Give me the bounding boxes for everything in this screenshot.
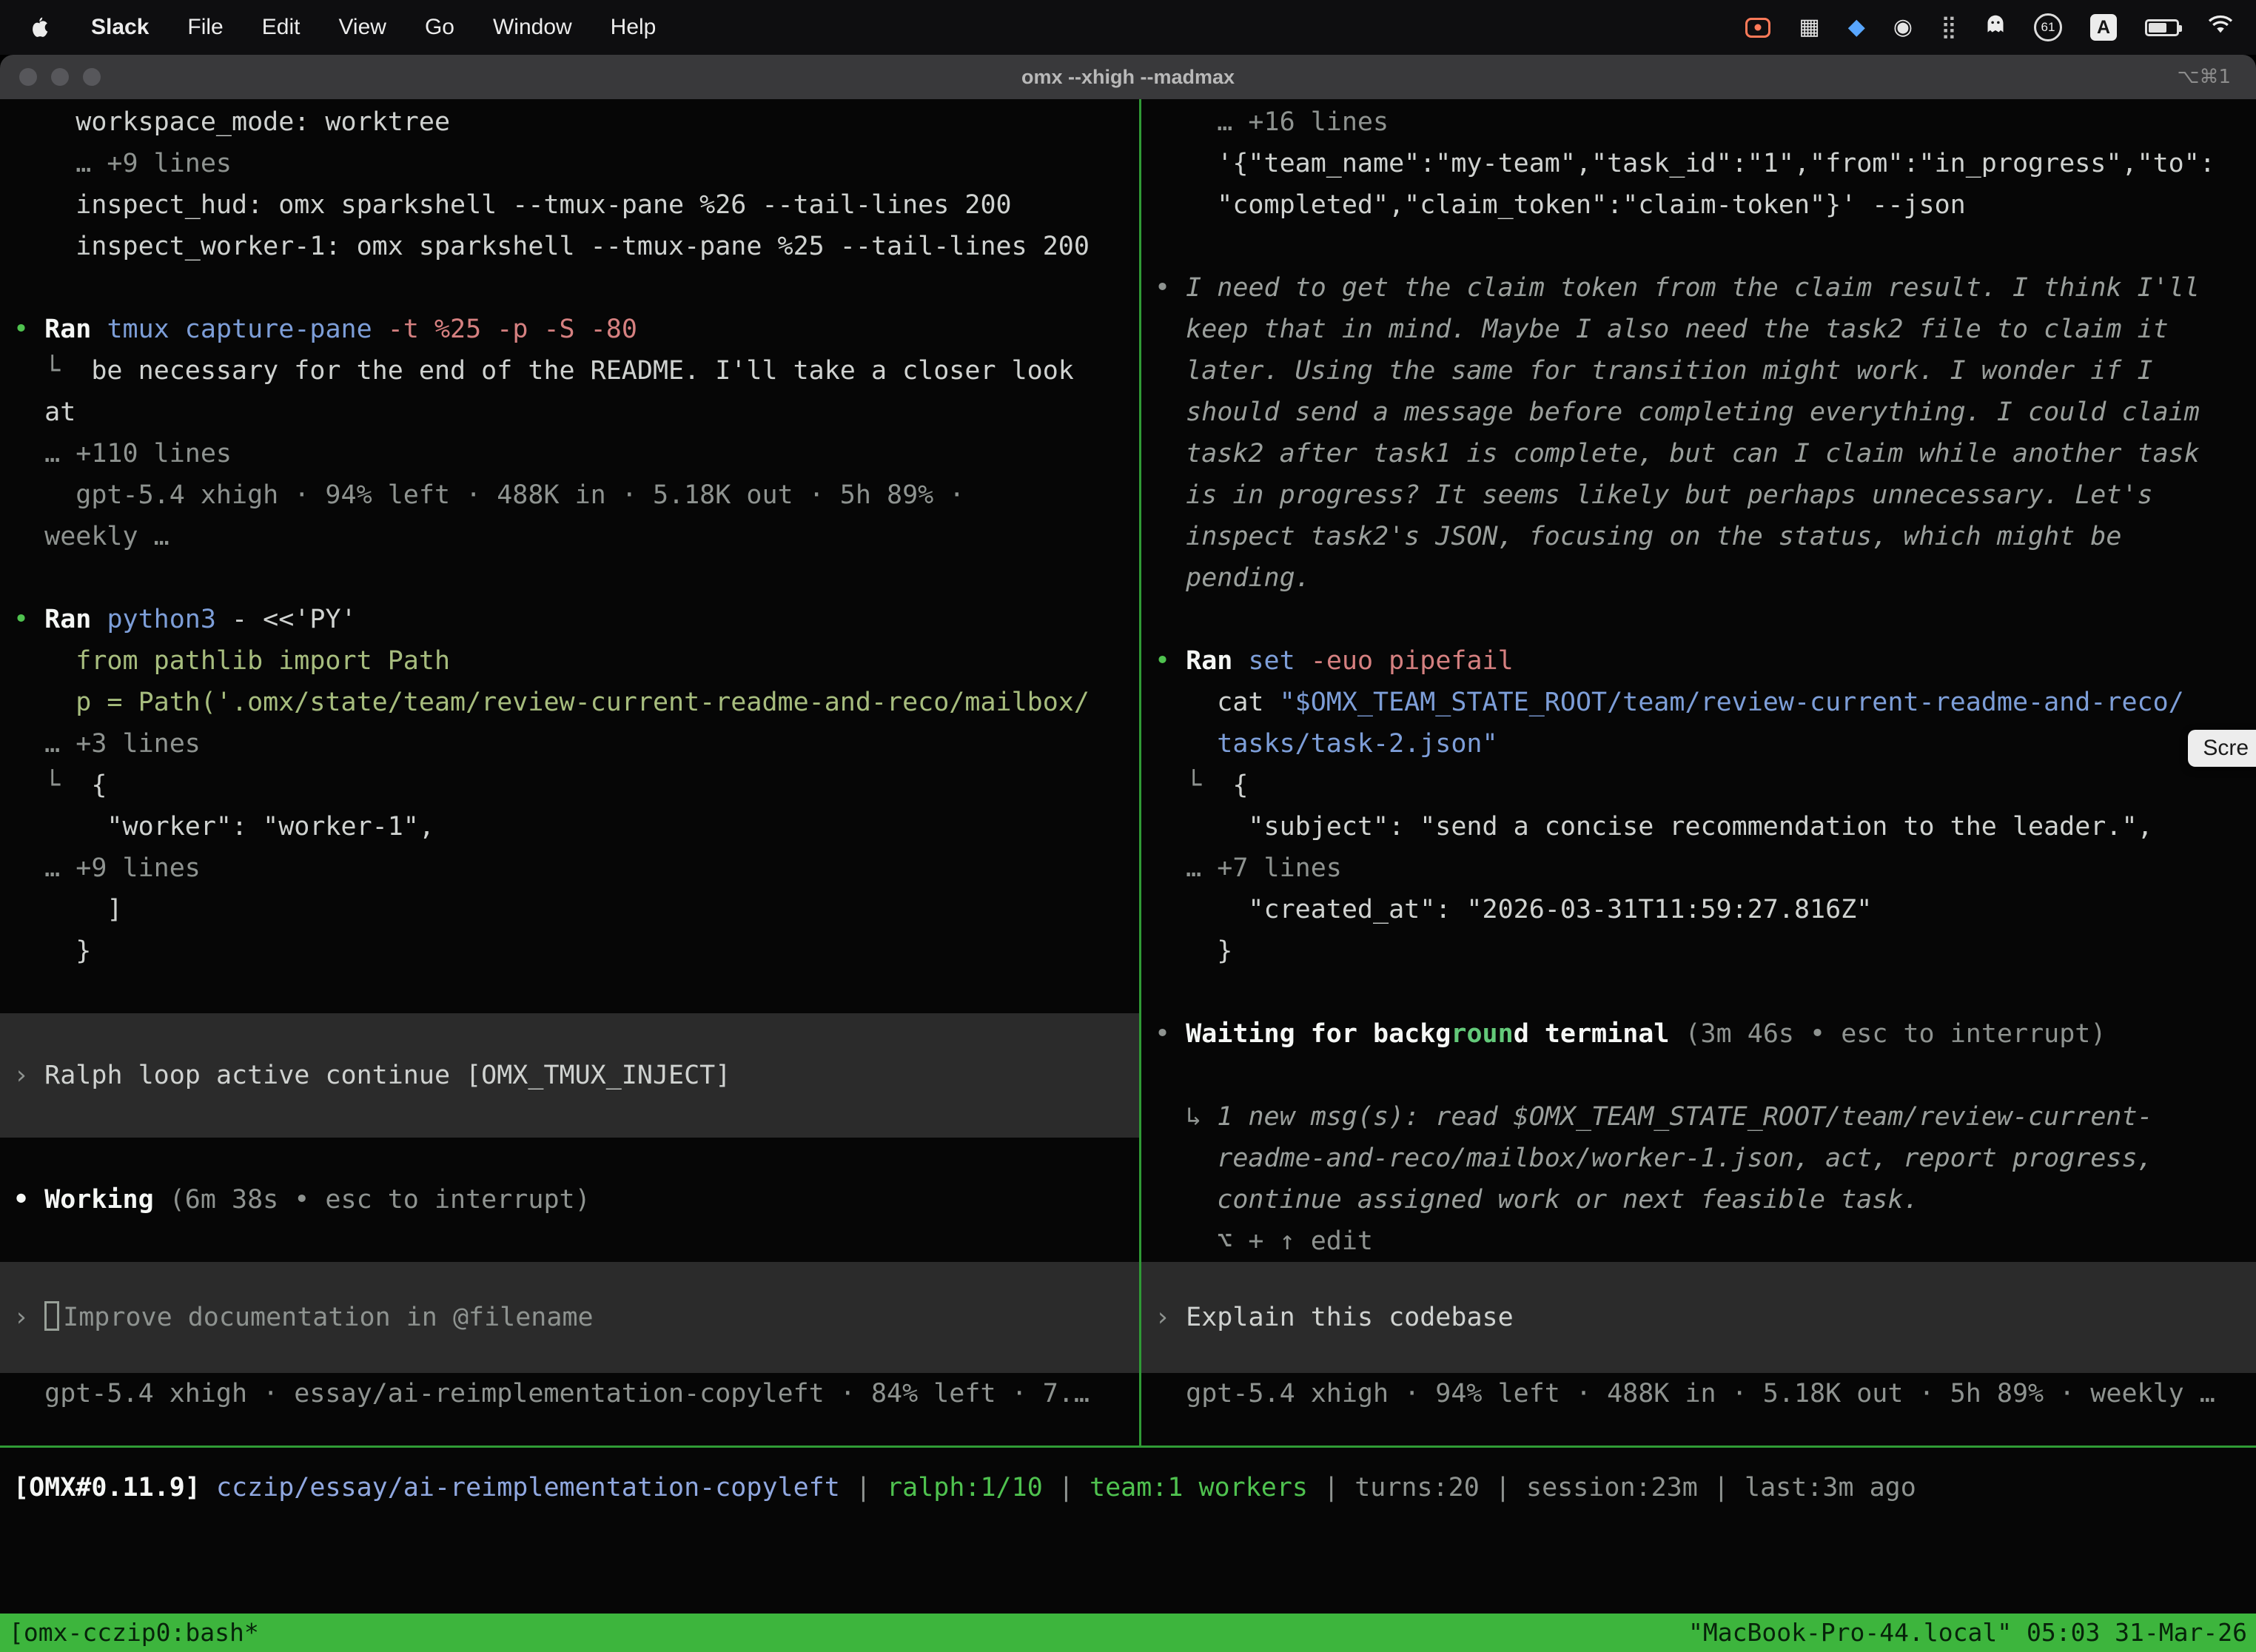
terminal-line: later. Using the same for transition mig… <box>1141 350 2256 392</box>
prompt-band[interactable]: › Explain this codebase <box>1141 1262 2256 1373</box>
menu-bar-status-icons: ▦ ◆ ◉ ⣿ 61 A <box>1745 13 2256 41</box>
menu-item-window[interactable]: Window <box>474 0 591 55</box>
blank-line <box>1141 599 2256 640</box>
terminal-line: ↳ 1 new msg(s): read $OMX_TEAM_STATE_ROO… <box>1141 1096 2256 1138</box>
terminal-line: … +9 lines <box>0 143 1139 184</box>
blank-line <box>1141 1055 2256 1096</box>
terminal-line: keep that in mind. Maybe I also need the… <box>1141 309 2256 350</box>
terminal-line: continue assigned work or next feasible … <box>1141 1179 2256 1220</box>
menu-dots-icon[interactable]: ⣿ <box>1941 16 1957 38</box>
terminal-line: pending. <box>1141 557 2256 599</box>
terminal-line: "completed","claim_token":"claim-token"}… <box>1141 184 2256 226</box>
terminal-line: gpt-5.4 xhigh · essay/ai-reimplementatio… <box>0 1373 1139 1414</box>
screen-recording-icon[interactable] <box>1745 18 1770 38</box>
terminal-pane-left[interactable]: workspace_mode: worktree … +9 lines insp… <box>0 99 1139 1446</box>
terminal-line: from pathlib import Path <box>0 640 1139 682</box>
terminal-pane-bottom: [OMX#0.11.9] cczip/essay/ai-reimplementa… <box>0 1448 2256 1614</box>
terminal-line: is in progress? It seems likely but perh… <box>1141 474 2256 516</box>
terminal-line: at <box>0 392 1139 433</box>
terminal-line: } <box>0 930 1139 972</box>
terminal-line: • Working (6m 38s • esc to interrupt) <box>0 1179 1139 1220</box>
ghost-icon[interactable] <box>1985 14 2006 41</box>
apple-menu-icon[interactable] <box>30 16 50 39</box>
tmux-pane-vertical-border[interactable] <box>1139 99 1141 1448</box>
terminal-pane-right[interactable]: … +16 lines '{"team_name":"my-team","tas… <box>1141 99 2256 1446</box>
terminal-line: readme-and-reco/mailbox/worker-1.json, a… <box>1141 1138 2256 1179</box>
terminal-line: └ { <box>1141 765 2256 806</box>
menu-bar: Slack File Edit View Go Window Help ▦ ◆ … <box>0 0 2256 55</box>
terminal-line: gpt-5.4 xhigh · 94% left · 488K in · 5.1… <box>0 474 1139 516</box>
terminal-line: ⌥ + ↑ edit <box>1141 1220 2256 1262</box>
tmux-status-bar: [omx-cczip0:bash* "MacBook-Pro-44.local"… <box>0 1614 2256 1652</box>
wifi-icon[interactable] <box>2207 14 2234 41</box>
blank-line <box>1141 972 2256 1013</box>
app-circle-icon[interactable]: ◉ <box>1893 16 1913 38</box>
terminal: workspace_mode: worktree … +9 lines insp… <box>0 99 2256 1614</box>
terminal-line: task2 after task1 is complete, but can I… <box>1141 433 2256 474</box>
terminal-line: "created_at": "2026-03-31T11:59:27.816Z" <box>1141 889 2256 930</box>
window-title-bar: omx --xhigh --madmax ⌥⌘1 <box>0 55 2256 99</box>
blank-line <box>0 972 1139 1013</box>
battery-percentage-badge[interactable]: 61 <box>2034 13 2062 41</box>
menu-item-file[interactable]: File <box>168 0 242 55</box>
terminal-line: gpt-5.4 xhigh · 94% left · 488K in · 5.1… <box>1141 1373 2256 1414</box>
terminal-line: └ { <box>0 765 1139 806</box>
blank-line <box>0 1138 1139 1179</box>
terminal-line: … +3 lines <box>0 723 1139 765</box>
terminal-line: … +16 lines <box>1141 101 2256 143</box>
text-cursor <box>44 1301 59 1331</box>
tmux-session-window[interactable]: [omx-cczip0:bash* <box>9 1614 259 1652</box>
terminal-line: … +9 lines <box>0 847 1139 889</box>
terminal-line: • Ran tmux capture-pane -t %25 -p -S -80 <box>0 309 1139 350</box>
battery-icon[interactable] <box>2145 19 2179 36</box>
terminal-line: inspect task2's JSON, focusing on the st… <box>1141 516 2256 557</box>
blank-line <box>1141 226 2256 267</box>
keyboard-input-icon[interactable]: A <box>2090 14 2117 41</box>
window-shortcut: ⌥⌘1 <box>2177 55 2231 99</box>
terminal-line: cat "$OMX_TEAM_STATE_ROOT/team/review-cu… <box>1141 682 2256 723</box>
terminal-line: └ be necessary for the end of the README… <box>0 350 1139 392</box>
terminal-line: } <box>1141 930 2256 972</box>
blank-line <box>0 267 1139 309</box>
menu-item-view[interactable]: View <box>319 0 405 55</box>
prompt-band[interactable]: › Improve documentation in @filename <box>0 1262 1139 1373</box>
menu-item-go[interactable]: Go <box>406 0 474 55</box>
terminal-line: • Waiting for background terminal (3m 46… <box>1141 1013 2256 1055</box>
terminal-line: weekly … <box>0 516 1139 557</box>
menu-item-slack[interactable]: Slack <box>72 0 168 55</box>
terminal-line: ] <box>0 889 1139 930</box>
tmux-host-clock: "MacBook-Pro-44.local" 05:03 31-Mar-26 <box>1688 1614 2247 1652</box>
terminal-line: inspect_hud: omx sparkshell --tmux-pane … <box>0 184 1139 226</box>
terminal-line: … +110 lines <box>0 433 1139 474</box>
omx-status-line: [OMX#0.11.9] cczip/essay/ai-reimplementa… <box>0 1448 2256 1508</box>
terminal-line: workspace_mode: worktree <box>0 101 1139 143</box>
terminal-line: "worker": "worker-1", <box>0 806 1139 847</box>
blank-line <box>0 1220 1139 1262</box>
prompt-band[interactable]: › Ralph loop active continue [OMX_TMUX_I… <box>0 1013 1139 1138</box>
terminal-line: • I need to get the claim token from the… <box>1141 267 2256 309</box>
blank-line <box>0 557 1139 599</box>
window-grid-icon[interactable]: ▦ <box>1799 16 1819 38</box>
terminal-line: p = Path('.omx/state/team/review-current… <box>0 682 1139 723</box>
window-title: omx --xhigh --madmax <box>0 55 2256 99</box>
menu-item-help[interactable]: Help <box>591 0 676 55</box>
terminal-line: should send a message before completing … <box>1141 392 2256 433</box>
terminal-line: '{"team_name":"my-team","task_id":"1","f… <box>1141 143 2256 184</box>
terminal-line: inspect_worker-1: omx sparkshell --tmux-… <box>0 226 1139 267</box>
terminal-line: • Ran set -euo pipefail <box>1141 640 2256 682</box>
terminal-line: "subject": "send a concise recommendatio… <box>1141 806 2256 847</box>
raycast-icon[interactable]: ◆ <box>1848 16 1865 38</box>
terminal-line: • Ran python3 - <<'PY' <box>0 599 1139 640</box>
menu-item-edit[interactable]: Edit <box>243 0 320 55</box>
terminal-line: … +7 lines <box>1141 847 2256 889</box>
terminal-line: tasks/task-2.json" <box>1141 723 2256 765</box>
screenshot-tooltip[interactable]: Scre <box>2188 730 2256 767</box>
